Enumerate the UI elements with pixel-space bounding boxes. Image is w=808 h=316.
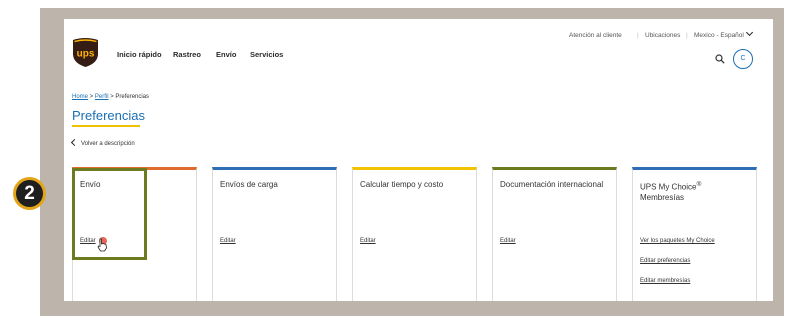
locale-label: Mexico - Español	[694, 32, 744, 39]
nav-envio[interactable]: Envío	[216, 50, 236, 59]
card-documentacion: Documentación internacional Editar	[492, 167, 617, 301]
title-underline	[72, 125, 140, 127]
card-title-line2: Membresías	[640, 192, 685, 202]
card-title-main: UPS My Choice	[640, 182, 697, 192]
breadcrumb: Home > Perfil > Preferencias	[72, 94, 149, 100]
page-title: Preferencias	[72, 108, 145, 123]
edit-calcular-link[interactable]: Editar	[360, 238, 376, 244]
breadcrumb-current: Preferencias	[115, 94, 150, 100]
chevron-down-icon	[745, 28, 753, 37]
step-badge: 2	[13, 177, 46, 210]
search-icon[interactable]	[715, 54, 725, 64]
edit-preferences-link[interactable]: Editar preferencias	[640, 258, 690, 264]
utility-separator: |	[686, 32, 688, 39]
pointer-cursor-icon	[97, 238, 107, 252]
edit-documentacion-link[interactable]: Editar	[500, 238, 516, 244]
svg-text:ups: ups	[77, 49, 95, 60]
step-number: 2	[16, 180, 43, 207]
registered-mark: ®	[696, 181, 702, 188]
utility-separator: |	[637, 32, 639, 39]
edit-carga-link[interactable]: Editar	[220, 238, 236, 244]
nav-inicio-rapido[interactable]: Inicio rápido	[117, 50, 162, 59]
card-title: Documentación internacional	[500, 180, 604, 189]
highlight-box	[72, 168, 147, 260]
breadcrumb-separator: >	[88, 94, 95, 100]
edit-memberships-link[interactable]: Editar membresías	[640, 278, 690, 284]
card-title: Envíos de carga	[220, 180, 278, 189]
ups-page: ups Inicio rápido Rastreo Envío Servicio…	[64, 19, 773, 301]
card-calcular: Calcular tiempo y costo Editar	[352, 167, 477, 301]
locale-selector[interactable]: Mexico - Español	[694, 28, 753, 39]
card-title: Calcular tiempo y costo	[360, 180, 444, 189]
breadcrumb-profile[interactable]: Perfil	[95, 94, 109, 100]
customer-service-link[interactable]: Atención al cliente	[569, 32, 622, 39]
card-title: UPS My Choice® Membresías	[640, 180, 750, 203]
breadcrumb-home[interactable]: Home	[72, 94, 88, 100]
back-arrow-icon	[70, 138, 79, 146]
nav-rastreo[interactable]: Rastreo	[173, 50, 201, 59]
card-envios-carga: Envíos de carga Editar	[212, 167, 337, 301]
avatar[interactable]: C	[733, 49, 753, 69]
nav-servicios[interactable]: Servicios	[250, 50, 283, 59]
ups-logo-icon[interactable]: ups	[72, 37, 99, 68]
back-link[interactable]: Volver a descripción	[70, 138, 135, 147]
back-link-label: Volver a descripción	[81, 141, 135, 147]
card-my-choice: UPS My Choice® Membresías Ver los paquete…	[632, 167, 757, 301]
my-choice-packages-link[interactable]: Ver los paquetes My Choice	[640, 238, 715, 244]
locations-link[interactable]: Ubicaciones	[645, 32, 680, 39]
